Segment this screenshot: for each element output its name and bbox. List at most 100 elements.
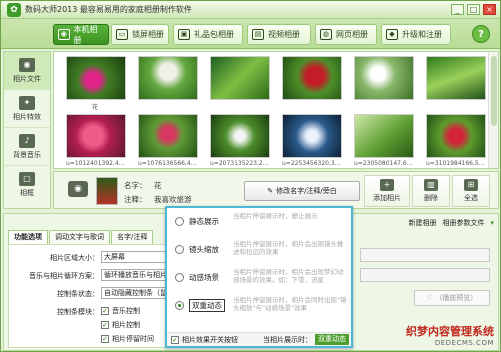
checkbox-checked-icon: ✓ xyxy=(171,336,179,344)
tab-name-note[interactable]: 名字/注释 xyxy=(111,230,154,244)
radio-button[interactable] xyxy=(175,245,184,254)
tab-text-lyrics[interactable]: 调动文字与歌词 xyxy=(49,230,110,244)
photo-thumbnail[interactable] xyxy=(210,56,270,100)
tab-function-options[interactable]: 功能选项 xyxy=(8,230,48,244)
frame-icon: ▢ xyxy=(19,172,35,186)
photo-caption: u=1012401392,4... xyxy=(66,160,125,167)
sparkle-icon: ✦ xyxy=(19,95,35,110)
display-mode-label: 当相片展示时： xyxy=(263,336,312,344)
minimize-button[interactable]: _ xyxy=(451,4,464,15)
option-dual-dynamic[interactable]: 双重动态 当相片停留展示时，相片会同时出现"镜头缩放"与"动感场景"效果 xyxy=(171,294,349,320)
play-preview-button[interactable]: ♡ （播放预览） xyxy=(414,290,490,306)
tab-video-album[interactable]: ▤ 视频相册 xyxy=(247,24,311,45)
album-params-link[interactable]: 相册参数文件 xyxy=(442,218,484,228)
option-static-display[interactable]: 静态展示 当相片停留展示时，静止展示 xyxy=(171,210,349,236)
tab-gift-album[interactable]: ▣ 礼品包相册 xyxy=(173,24,243,45)
scrollbar-thumb[interactable] xyxy=(491,56,497,126)
music-control-checkbox[interactable]: ✓ 音乐控制 xyxy=(101,306,140,316)
tab-local-album[interactable]: ◉ 本机相册 xyxy=(53,24,109,45)
photo-grid: 花 u=1012401392,4... u=1076136566,4... u=… xyxy=(53,51,499,169)
camera-icon: ◉ xyxy=(68,181,88,197)
select-all-button[interactable]: ⊞ 全选 xyxy=(452,175,490,207)
radio-button[interactable] xyxy=(175,273,184,282)
chevron-down-icon[interactable]: ▾ xyxy=(490,219,494,227)
nav-background-music[interactable]: ♪ 背景音乐 xyxy=(4,128,50,166)
title-bar: ✿ 数码大师2013 最容易易用的家庭相册制作软件 _ □ × xyxy=(1,1,500,19)
photo-thumbnail[interactable] xyxy=(426,56,486,100)
radio-button[interactable] xyxy=(175,217,184,226)
pencil-icon: ✎ xyxy=(267,187,274,195)
edit-name-note-button[interactable]: ✎ 修改名字/注释/旁白 xyxy=(244,181,360,201)
grid-icon: ⊞ xyxy=(464,179,478,191)
left-nav: ◉ 相片文件 ✦ 相片特效 ♪ 背景音乐 ▢ 相框 xyxy=(3,51,51,209)
add-photo-icon: + xyxy=(380,179,394,191)
globe-icon: ◍ xyxy=(320,29,332,40)
monitor-icon: ▭ xyxy=(116,29,128,40)
disabled-field xyxy=(360,248,490,262)
display-mode-value[interactable]: 双重动态 xyxy=(315,334,349,345)
photo-caption: u=1076136566,4... xyxy=(138,160,197,167)
nav-frame[interactable]: ▢ 相框 xyxy=(4,166,50,204)
photo-control-checkbox[interactable]: ✓ 相片控制 xyxy=(101,320,140,330)
checkbox-checked-icon: ✓ xyxy=(101,335,109,343)
watermark-url: DEDECMS.COM xyxy=(434,339,494,347)
watermark: 织梦内容管理系统 DEDECMS.COM xyxy=(402,323,494,347)
option-dynamic-scene[interactable]: 动感场景 当相片停留展示时，相片会出现梦幻动感场景的效果。如：下雪，流星 xyxy=(171,266,349,292)
note-value: 我喜欢旅游 xyxy=(154,195,192,204)
close-button[interactable]: × xyxy=(483,4,496,15)
delete-button[interactable]: ▥ 删除 xyxy=(412,175,450,207)
name-label: 名字： xyxy=(124,181,147,190)
photo-caption: u=2253456320,3... xyxy=(282,160,341,167)
photo-thumbnail[interactable] xyxy=(66,56,126,100)
options-tabs: 功能选项 调动文字与歌词 名字/注释 xyxy=(8,230,154,244)
nav-photo-effects[interactable]: ✦ 相片特效 xyxy=(4,90,50,128)
add-photo-button[interactable]: + 添加相片 xyxy=(364,175,410,207)
photo-thumbnail[interactable] xyxy=(282,56,342,100)
photo-thumbnail[interactable] xyxy=(66,114,126,158)
photo-caption: u=3101984166,5... xyxy=(426,160,485,167)
popup-footer: ✓ 相片效果开关按钮 当相片展示时： 双重动态 xyxy=(167,332,351,346)
nav-photo-files[interactable]: ◉ 相片文件 xyxy=(4,52,50,90)
new-album-link[interactable]: 新建相册 xyxy=(408,218,436,228)
photo-thumbnail[interactable] xyxy=(138,56,198,100)
photo-stay-time-checkbox[interactable]: ✓ 相片停留时间 xyxy=(101,334,154,344)
tab-lockscreen-album[interactable]: ▭ 锁屏相册 xyxy=(111,24,169,45)
app-logo-icon: ✿ xyxy=(7,2,21,17)
photo-thumbnail[interactable] xyxy=(426,114,486,158)
app-window: ✿ 数码大师2013 最容易易用的家庭相册制作软件 _ □ × ◉ 本机相册 ▭… xyxy=(0,0,501,352)
effect-toggle-checkbox[interactable]: ✓ 相片效果开关按钮 xyxy=(171,335,238,345)
trash-icon: ▥ xyxy=(424,179,438,191)
album-links: 新建相册 相册参数文件 ▾ xyxy=(354,216,498,230)
maximize-button[interactable]: □ xyxy=(467,4,480,15)
radio-button-selected[interactable] xyxy=(175,301,184,310)
tab-upgrade-register[interactable]: ◆ 升级和注册 xyxy=(381,24,451,45)
app-title: 数码大师2013 最容易易用的家庭相册制作软件 xyxy=(25,5,192,14)
film-icon: ▤ xyxy=(252,29,264,40)
photo-thumbnail[interactable] xyxy=(138,114,198,158)
photo-grid-scrollbar[interactable] xyxy=(488,52,498,168)
photo-thumbnail[interactable] xyxy=(210,114,270,158)
option-zoom[interactable]: 镜头缩放 当相片停留展示时，相片会出现镜头推进和拉远的效果 xyxy=(171,238,349,264)
main-tabs: ◉ 本机相册 ▭ 锁屏相册 ▣ 礼品包相册 ▤ 视频相册 ◍ 网页相册 ◆ 升级… xyxy=(1,19,500,49)
photo-thumbnail[interactable] xyxy=(354,114,414,158)
note-label: 注释： xyxy=(124,195,147,204)
checkbox-checked-icon: ✓ xyxy=(101,321,109,329)
photo-caption: u=2305080147,6... xyxy=(354,160,413,167)
selected-photo-preview xyxy=(96,177,118,205)
music-icon: ♪ xyxy=(19,133,35,148)
help-button[interactable]: ? xyxy=(472,25,490,43)
watermark-title: 织梦内容管理系统 xyxy=(406,325,494,338)
tab-web-album[interactable]: ◍ 网页相册 xyxy=(315,24,377,45)
photo-thumbnail[interactable] xyxy=(354,56,414,100)
photo-info-bar: ◉ 名字： 花 注释： 我喜欢旅游 ✎ 修改名字/注释/旁白 + 添加相片 ▥ … xyxy=(53,171,499,209)
camera-icon: ◉ xyxy=(19,57,35,72)
photo-caption: 花 xyxy=(92,104,99,111)
heart-icon: ♡ xyxy=(426,294,434,302)
effect-options-popup: 静态展示 当相片停留展示时，静止展示 镜头缩放 当相片停留展示时，相片会出现镜头… xyxy=(165,206,353,348)
photo-thumbnail[interactable] xyxy=(282,114,342,158)
checkbox-checked-icon: ✓ xyxy=(101,307,109,315)
camera-icon: ◉ xyxy=(58,29,70,40)
name-value: 花 xyxy=(154,181,162,190)
photo-caption: u=2073135223,2... xyxy=(210,160,269,167)
gift-icon: ▣ xyxy=(178,29,190,40)
